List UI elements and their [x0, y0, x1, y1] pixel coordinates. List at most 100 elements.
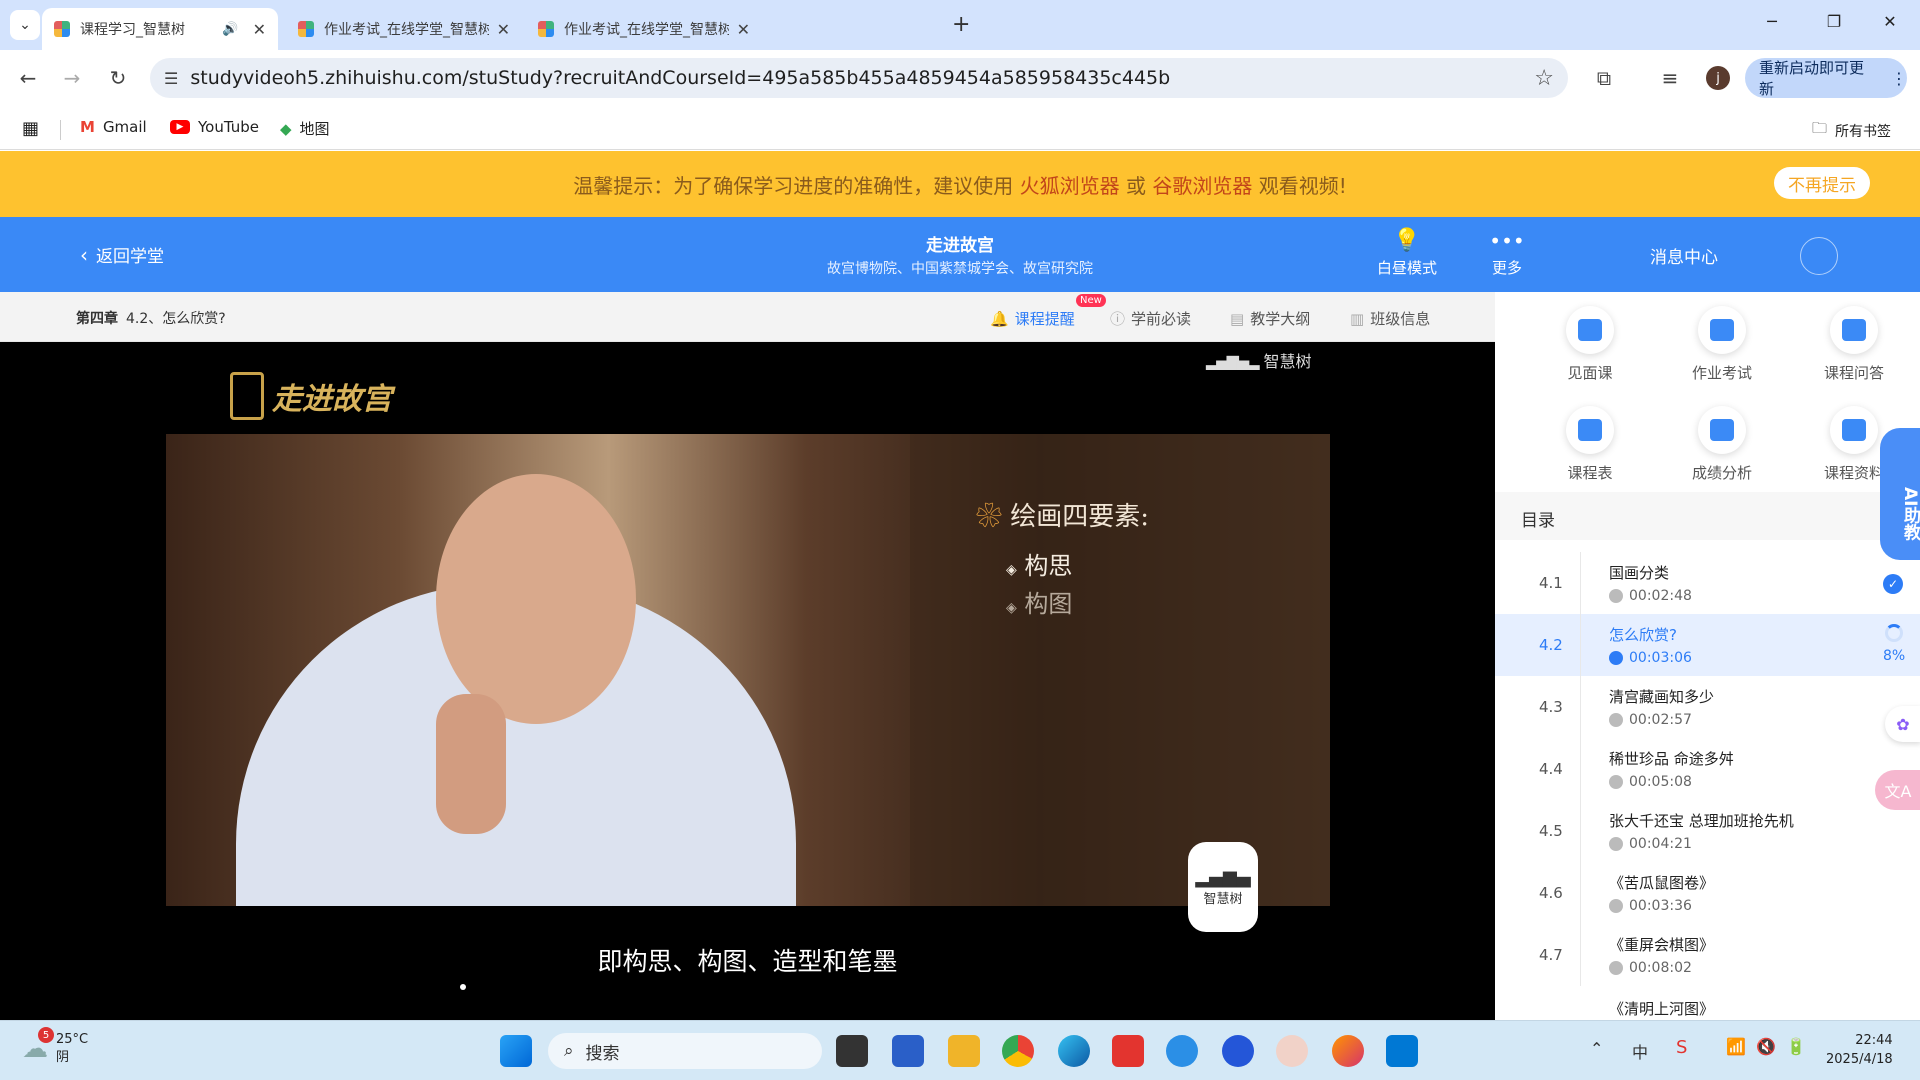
lightbulb-icon: 💡 — [1393, 228, 1421, 253]
bookmark-youtube[interactable]: ▶ YouTube — [170, 118, 259, 136]
tool-qa[interactable]: 课程问答 — [1799, 306, 1909, 383]
tab-homework-2[interactable]: 作业考试_在线学堂_智慧树 ✕ — [526, 8, 762, 50]
firefox-button[interactable] — [1332, 1035, 1364, 1067]
toc-item-4-7[interactable]: 4.7 《重屏会棋图》 00:08:02 — [1495, 924, 1920, 986]
minimize-button[interactable]: ─ — [1760, 12, 1784, 31]
chevron-up-icon[interactable]: ⌃ — [1590, 1039, 1603, 1058]
brain-button[interactable]: ✿ — [1885, 706, 1920, 742]
toc-item-4-1[interactable]: 4.1 国画分类 00:02:48 ✓ — [1495, 552, 1920, 614]
toc-item-4-6[interactable]: 4.6 《苦瓜鼠图卷》 00:03:36 — [1495, 862, 1920, 924]
vscode-button[interactable] — [1386, 1035, 1418, 1067]
toc-item-4-3[interactable]: 4.3 清宫藏画知多少 00:02:57 — [1495, 676, 1920, 738]
user-avatar[interactable] — [1800, 237, 1838, 275]
tool-live-class[interactable]: 见面课 — [1535, 306, 1645, 383]
new-tab-button[interactable]: + — [952, 12, 970, 37]
toc-header: 目录 — [1495, 492, 1920, 540]
video-frame: ❀ 绘画四要素: ◈ 构思 ◈ 构图 — [166, 434, 1330, 906]
back-button[interactable]: ← — [14, 64, 42, 92]
book-icon: ▤ — [1230, 309, 1245, 328]
folder-icon — [1842, 419, 1866, 441]
site-settings-icon[interactable]: ☰ — [164, 69, 178, 88]
puzzle-icon: ⧉ — [1596, 66, 1612, 90]
more-button[interactable]: ••• 更多 — [1472, 229, 1542, 278]
tool-grades[interactable]: 成绩分析 — [1667, 406, 1777, 483]
close-icon[interactable]: ✕ — [497, 20, 510, 39]
tab-pre-study[interactable]: ⓘ 学前必读 — [1110, 308, 1191, 329]
day-mode-button[interactable]: 💡 白昼模式 — [1372, 229, 1442, 278]
address-bar[interactable]: ☰ studyvideoh5.zhihuishu.com/stuStudy?re… — [150, 58, 1568, 98]
bookmark-star-icon[interactable]: ☆ — [1534, 66, 1554, 91]
speaker-mute-icon[interactable]: 🔇 — [1756, 1037, 1776, 1056]
start-button[interactable] — [500, 1035, 532, 1067]
extensions-button[interactable]: ⧉ — [1590, 64, 1618, 92]
chevron-left-icon: ‹ — [80, 242, 88, 267]
panel-item-1: ◈ 构思 — [1006, 552, 1073, 580]
brain-icon: ✿ — [1896, 714, 1910, 734]
dismiss-banner-button[interactable]: 不再提示 — [1774, 167, 1870, 199]
ai-assistant-button[interactable]: AI助教 — [1880, 428, 1920, 560]
arrow-left-icon: ← — [19, 66, 37, 90]
app-button[interactable] — [1222, 1035, 1254, 1067]
search-icon: ⌕ — [564, 1041, 574, 1061]
close-icon[interactable]: ✕ — [737, 20, 750, 39]
speaker-hand — [436, 694, 506, 834]
firefox-link[interactable]: 火狐浏览器 — [1020, 170, 1120, 199]
store-button[interactable] — [892, 1035, 924, 1067]
tab-homework-1[interactable]: 作业考试_在线学堂_智慧树 ✕ — [286, 8, 522, 50]
maximize-button[interactable]: ❐ — [1822, 12, 1846, 31]
tab-strip: ⌄ 课程学习_智慧树 🔊 ✕ 作业考试_在线学堂_智慧树 ✕ 作业考试_在线学堂… — [0, 0, 1920, 50]
tool-homework[interactable]: 作业考试 — [1667, 306, 1777, 383]
progress-percent: 8% — [1883, 648, 1906, 664]
tab-course-study[interactable]: 课程学习_智慧树 🔊 ✕ — [42, 8, 278, 50]
play-icon — [1609, 775, 1623, 789]
tab-course-reminder[interactable]: 🔔 课程提醒 New — [990, 294, 1106, 329]
taskbar-search[interactable]: ⌕ 搜索 — [548, 1033, 822, 1069]
video-player[interactable]: 走进故宫 ▂▄▆▄▂ 智慧树 ❀ 绘画四要素: ◈ 构思 ◈ 构图 ▂▄▆▄ 智慧… — [0, 342, 1495, 1020]
wps-tray-icon[interactable]: S — [1676, 1037, 1687, 1058]
close-icon[interactable]: ✕ — [253, 20, 266, 39]
task-view-button[interactable] — [836, 1035, 868, 1067]
weather-widget[interactable]: ☁ 5 25°C 阴 — [22, 1027, 88, 1067]
toc-item-4-8-partial[interactable]: 《清明上河图》 — [1609, 998, 1714, 1020]
ime-indicator[interactable]: 中 — [1632, 1039, 1648, 1063]
speaker-icon[interactable]: 🔊 — [222, 22, 238, 37]
media-control-button[interactable]: ≡ — [1656, 64, 1684, 92]
close-window-button[interactable]: ✕ — [1878, 12, 1902, 31]
toc-item-4-5[interactable]: 4.5 张大千还宝 总理加班抢先机 00:04:21 — [1495, 800, 1920, 862]
zhihuishu-logo-icon: ▂▄▆▄▂ — [1206, 350, 1260, 370]
bookmark-maps[interactable]: ◆ 地图 — [280, 118, 330, 139]
edge-button[interactable] — [1058, 1035, 1090, 1067]
toc-item-4-2[interactable]: 4.2 怎么欣赏? 00:03:06 8% — [1495, 614, 1920, 676]
apps-grid-button[interactable]: ▦ — [22, 118, 39, 139]
progress-ring-icon — [1885, 624, 1903, 642]
file-explorer-button[interactable] — [948, 1035, 980, 1067]
battery-icon[interactable]: 🔋 — [1786, 1037, 1806, 1056]
clock[interactable]: 22:44 2025/4/18 — [1826, 1031, 1893, 1069]
wifi-icon[interactable]: 📶 — [1726, 1037, 1746, 1056]
watermark: ▂▄▆▄▂ 智慧树 — [1206, 350, 1312, 372]
tab-class-info[interactable]: ▥ 班级信息 — [1350, 308, 1430, 329]
avatar-app-button[interactable] — [1276, 1035, 1308, 1067]
chrome-button[interactable] — [1002, 1035, 1034, 1067]
tab-search-button[interactable]: ⌄ — [10, 10, 40, 40]
tool-schedule[interactable]: 课程表 — [1535, 406, 1645, 483]
wps-button[interactable] — [1112, 1035, 1144, 1067]
reload-button[interactable]: ↻ — [104, 64, 132, 92]
forward-button[interactable]: → — [58, 64, 86, 92]
toc-item-4-4[interactable]: 4.4 稀世珍品 命途多舛 00:05:08 — [1495, 738, 1920, 800]
profile-avatar[interactable]: j — [1706, 66, 1730, 90]
translate-button[interactable]: 文A — [1875, 770, 1920, 810]
all-bookmarks[interactable]: 🗀 所有书签 — [1812, 118, 1891, 143]
message-center-button[interactable]: 消息中心 — [1650, 243, 1718, 268]
back-to-classroom-button[interactable]: ‹ 返回学堂 — [80, 242, 164, 268]
tab-syllabus[interactable]: ▤ 教学大纲 — [1230, 308, 1310, 329]
edge-ai-button[interactable] — [1166, 1035, 1198, 1067]
update-button[interactable]: 重新启动即可更新 ⋮ — [1745, 58, 1907, 98]
bookmark-gmail[interactable]: M Gmail — [80, 118, 147, 136]
section-label: 4.2、怎么欣赏? — [126, 311, 226, 327]
chrome-link[interactable]: 谷歌浏览器 — [1152, 170, 1252, 199]
speaker-head — [436, 474, 636, 724]
zhihuishu-badge: ▂▄▆▄ 智慧树 — [1188, 842, 1258, 932]
zhihuishu-logo-icon: ▂▄▆▄ — [1195, 867, 1251, 888]
progress-dot[interactable] — [460, 984, 466, 990]
